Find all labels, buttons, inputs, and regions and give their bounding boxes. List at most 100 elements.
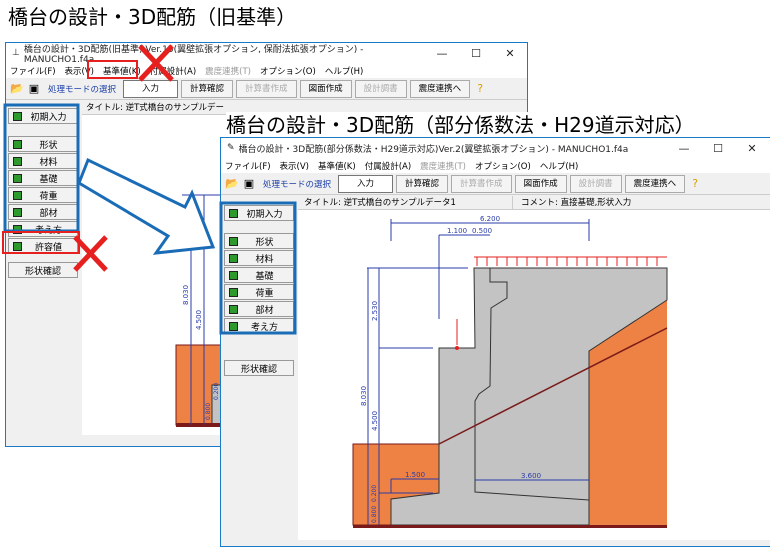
menu-options[interactable]: オプション(O) bbox=[260, 65, 316, 77]
shape-check-button[interactable]: 形状確認 bbox=[224, 360, 294, 376]
report-button[interactable]: 計算書作成 bbox=[451, 174, 512, 193]
new-heading: 橋台の設計・3D配筋（部分係数法・H29道示対応） bbox=[226, 112, 699, 138]
calc-check-button[interactable]: 計算確認 bbox=[181, 79, 234, 98]
menu-view[interactable]: 表示(V) bbox=[65, 65, 94, 77]
check-icon bbox=[229, 236, 238, 246]
dim-0800: 0.800 bbox=[371, 506, 378, 523]
shape-check-button[interactable]: 形状確認 bbox=[8, 262, 78, 278]
close-button[interactable]: ✕ bbox=[493, 47, 527, 60]
label: 形状 bbox=[255, 237, 274, 248]
sidebar-foundation[interactable]: 基礎 bbox=[8, 170, 78, 186]
calc-check-button[interactable]: 計算確認 bbox=[396, 174, 449, 193]
check-icon bbox=[229, 253, 238, 263]
abutment-drawing: 6.200 1.100 0.500 2.530 8.030 4.500 1.50… bbox=[352, 215, 668, 528]
toolbar: 📂 ▣ 処理モードの選択 入力 計算確認 計算書作成 図面作成 設計調書 震度連携… bbox=[221, 173, 770, 195]
sidebar-foundation[interactable]: 基礎 bbox=[224, 267, 294, 283]
label: 部材 bbox=[255, 305, 274, 316]
seismic-link-button[interactable]: 震度連携へ bbox=[409, 79, 471, 98]
label: 材料 bbox=[39, 157, 58, 168]
seismic-link-button[interactable]: 震度連携へ bbox=[624, 174, 686, 193]
check-icon bbox=[13, 139, 22, 149]
drawing-canvas: 6.200 1.100 0.500 2.530 8.030 4.500 1.50… bbox=[298, 210, 770, 540]
drawing-button[interactable]: 図面作成 bbox=[299, 79, 352, 98]
design-sheet-button[interactable]: 設計調書 bbox=[569, 174, 622, 193]
sidebar-shape[interactable]: 形状 bbox=[224, 233, 294, 249]
help-icon[interactable]: ? bbox=[473, 82, 487, 95]
label: 許容値 bbox=[34, 242, 62, 253]
old-heading: 橋台の設計・3D配筋（旧基準） bbox=[8, 4, 297, 30]
info-title: タイトル: 逆T式橋台のサンプルデータ1 bbox=[298, 196, 513, 210]
menu-help[interactable]: ヘルプ(H) bbox=[325, 65, 364, 77]
open-folder-icon[interactable]: 📂 bbox=[10, 82, 24, 95]
title-bar: ✎ 橋台の設計・3D配筋(部分係数法・H29道示対応)Ver.2(翼壁拡張オプショ… bbox=[221, 138, 770, 158]
mode-label: 処理モードの選択 bbox=[48, 84, 117, 95]
menu-seismic[interactable]: 震度連携(T) bbox=[420, 160, 466, 172]
sidebar-initial-input[interactable]: 初期入力 bbox=[8, 108, 78, 124]
check-icon bbox=[13, 173, 22, 183]
help-icon[interactable]: ? bbox=[688, 177, 702, 190]
report-button[interactable]: 計算書作成 bbox=[236, 79, 297, 98]
close-button[interactable]: ✕ bbox=[735, 142, 769, 155]
dim-8030: 8.030 bbox=[182, 285, 190, 305]
save-icon[interactable]: ▣ bbox=[27, 82, 41, 95]
window-title: 橋台の設計・3D配筋(部分係数法・H29道示対応)Ver.2(翼壁拡張オプション… bbox=[238, 144, 629, 155]
sidebar-load[interactable]: 荷重 bbox=[224, 284, 294, 300]
dim-0200: 0.200 bbox=[213, 383, 220, 400]
check-icon bbox=[13, 156, 22, 166]
menu-seismic[interactable]: 震度連携(T) bbox=[205, 65, 251, 77]
check-icon bbox=[13, 190, 22, 200]
sidebar-approach[interactable]: 考え方 bbox=[224, 318, 294, 334]
dim-8030: 8.030 bbox=[360, 386, 368, 406]
menu-file[interactable]: ファイル(F) bbox=[10, 65, 56, 77]
sidebar-load[interactable]: 荷重 bbox=[8, 187, 78, 203]
label: 初期入力 bbox=[30, 112, 67, 123]
menu-view[interactable]: 表示(V) bbox=[280, 160, 309, 172]
check-icon bbox=[13, 241, 22, 251]
maximize-button[interactable]: ☐ bbox=[459, 47, 493, 60]
dim-2530: 2.530 bbox=[371, 301, 379, 321]
sidebar-member[interactable]: 部材 bbox=[224, 301, 294, 317]
menu-options[interactable]: オプション(O) bbox=[475, 160, 531, 172]
title-bar: ⊥ 橋台の設計・3D配筋(旧基準) Ver.15(翼壁拡張オプション, 保耐法拡張… bbox=[6, 43, 527, 65]
load-point bbox=[455, 346, 459, 350]
new-sidebar: 初期入力 形状 材料 基礎 荷重 部材 考え方 形状確認 bbox=[222, 204, 296, 377]
check-icon bbox=[13, 111, 22, 121]
minimize-button[interactable]: — bbox=[667, 142, 701, 155]
save-icon[interactable]: ▣ bbox=[242, 177, 256, 190]
menu-help[interactable]: ヘルプ(H) bbox=[540, 160, 579, 172]
dim-1100: 1.100 bbox=[447, 227, 467, 235]
input-button[interactable]: 入力 bbox=[123, 79, 179, 98]
check-icon bbox=[229, 270, 238, 280]
sidebar-material[interactable]: 材料 bbox=[8, 153, 78, 169]
minimize-button[interactable]: — bbox=[425, 47, 459, 60]
drawing-button[interactable]: 図面作成 bbox=[514, 174, 567, 193]
menu-bar: ファイル(F) 表示(V) 基準値(K) 付属設計(A) 震度連携(T) オプシ… bbox=[6, 63, 527, 78]
sidebar-material[interactable]: 材料 bbox=[224, 250, 294, 266]
label: 材料 bbox=[255, 254, 274, 265]
sidebar-approach[interactable]: 考え方 bbox=[8, 221, 78, 237]
maximize-button[interactable]: ☐ bbox=[701, 142, 735, 155]
menu-bar: ファイル(F) 表示(V) 基準値(K) 付属設計(A) 震度連携(T) オプシ… bbox=[221, 158, 770, 173]
sidebar-allowable[interactable]: 許容値 bbox=[8, 238, 78, 254]
old-sidebar: 初期入力 形状 材料 基礎 荷重 部材 考え方 許容値 形状確認 bbox=[6, 107, 80, 279]
dim-0500: 0.500 bbox=[472, 227, 492, 235]
dim-4500: 4.500 bbox=[371, 411, 379, 431]
dim-0200: 0.200 bbox=[371, 485, 378, 502]
menu-file[interactable]: ファイル(F) bbox=[225, 160, 271, 172]
menu-attached-design[interactable]: 付属設計(A) bbox=[150, 65, 196, 77]
open-folder-icon[interactable]: 📂 bbox=[225, 177, 239, 190]
menu-attached-design[interactable]: 付属設計(A) bbox=[365, 160, 411, 172]
check-icon bbox=[229, 208, 238, 218]
label: 考え方 bbox=[34, 225, 62, 236]
sidebar-initial-input[interactable]: 初期入力 bbox=[224, 205, 294, 221]
sidebar-member[interactable]: 部材 bbox=[8, 204, 78, 220]
design-sheet-button[interactable]: 設計調書 bbox=[354, 79, 407, 98]
sidebar-shape[interactable]: 形状 bbox=[8, 136, 78, 152]
menu-standard-values[interactable]: 基準値(K) bbox=[318, 160, 356, 172]
menu-standard-values[interactable]: 基準値(K) bbox=[103, 65, 141, 77]
input-button[interactable]: 入力 bbox=[338, 174, 394, 193]
check-icon bbox=[229, 287, 238, 297]
label: 初期入力 bbox=[246, 209, 283, 220]
dim-total-width: 6.200 bbox=[480, 215, 500, 223]
dim-heel: 3.600 bbox=[521, 472, 541, 480]
